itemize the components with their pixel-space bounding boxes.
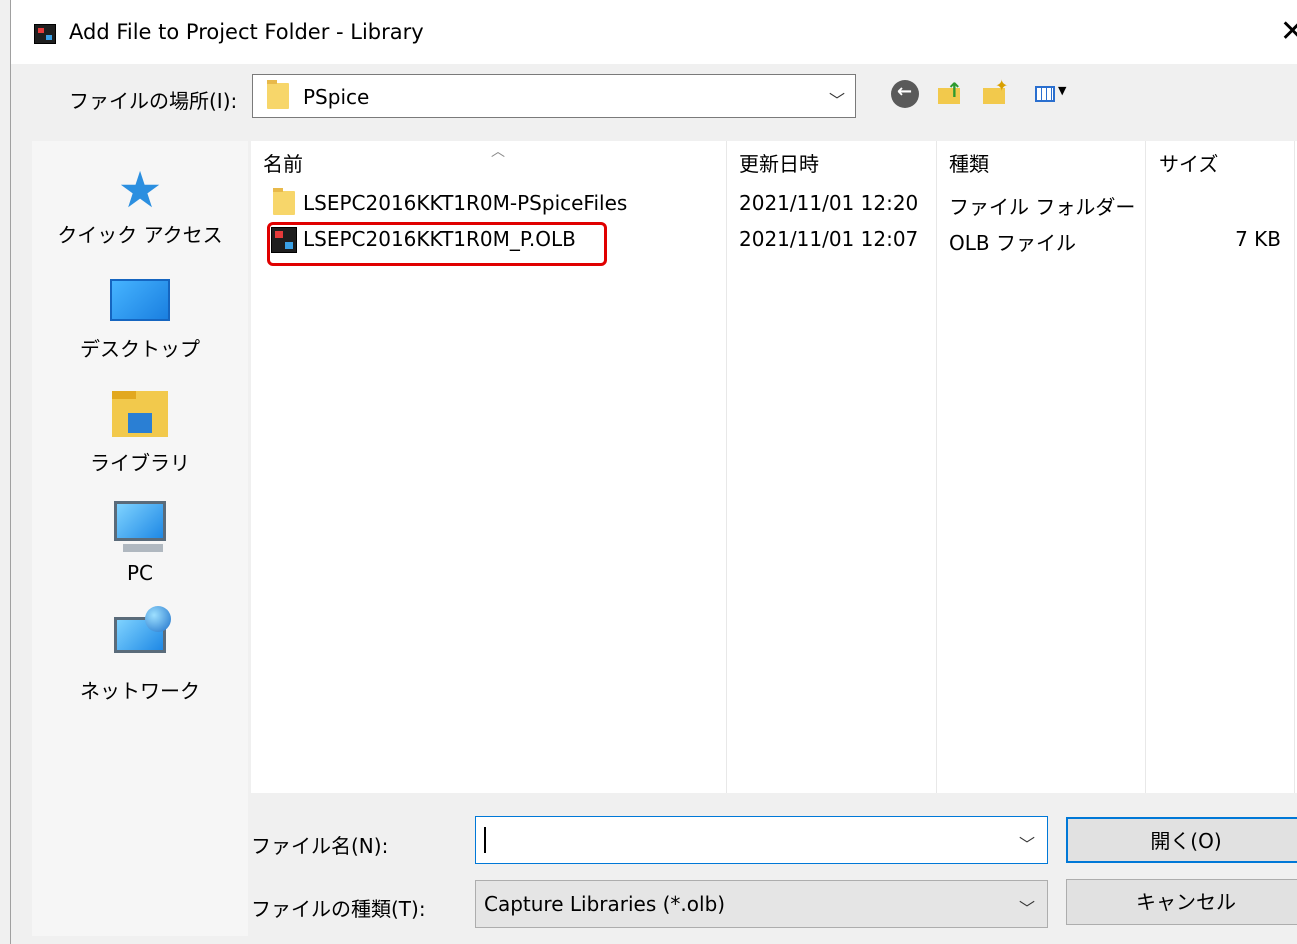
network-icon (114, 606, 171, 653)
folder-icon (273, 188, 295, 215)
place-label: ネットワーク (80, 679, 200, 703)
filename-input[interactable]: ﹀ (475, 816, 1048, 864)
file-name: LSEPC2016KKT1R0M-PSpiceFiles (303, 191, 628, 215)
new-folder-icon[interactable]: ✦ (981, 76, 1009, 108)
dialog-window: Add File to Project Folder - Library ✕ フ… (10, 0, 1297, 944)
lookin-combo[interactable]: PSpice ﹀ (252, 74, 856, 118)
places-bar: ★ クイック アクセス デスクトップ ライブラリ PC ネットワーク (32, 141, 248, 936)
filetype-select[interactable]: Capture Libraries (*.olb) ﹀ (475, 880, 1048, 928)
file-modified: 2021/11/01 12:20 (739, 191, 919, 215)
text-caret (484, 827, 486, 853)
place-label: クイック アクセス (57, 223, 223, 247)
file-type: ファイル フォルダー (949, 195, 1136, 219)
back-arrow-icon[interactable] (891, 80, 919, 108)
file-modified: 2021/11/01 12:07 (739, 227, 919, 251)
column-header-type[interactable]: 種類 (949, 148, 989, 177)
column-header-size[interactable]: サイズ (1159, 148, 1218, 177)
place-desktop[interactable]: デスクトップ (32, 265, 248, 365)
file-type: OLB ファイル (949, 231, 1076, 255)
title-bar: Add File to Project Folder - Library ✕ (11, 0, 1297, 64)
file-size: 7 KB (1235, 227, 1281, 251)
place-pc[interactable]: PC (32, 493, 248, 593)
app-icon (34, 24, 56, 44)
highlight-box (267, 222, 607, 266)
list-item[interactable]: LSEPC2016KKT1R0M-PSpiceFiles 2021/11/01 … (251, 187, 1297, 221)
view-menu-icon[interactable]: ▼ (1033, 80, 1073, 108)
chevron-down-icon[interactable]: ﹀ (829, 87, 845, 111)
desktop-icon (110, 279, 170, 321)
quick-access-star-icon: ★ (117, 161, 163, 219)
place-label: デスクトップ (80, 337, 200, 361)
lookin-label: ファイルの場所(I): (69, 89, 238, 113)
chevron-down-icon[interactable]: ﹀ (1019, 895, 1035, 919)
filename-label: ファイル名(N): (251, 834, 389, 858)
library-icon (112, 391, 168, 437)
filetype-label: ファイルの種類(T): (251, 897, 426, 921)
sort-ascending-icon: ︿ (491, 144, 505, 160)
place-label: ライブラリ (90, 451, 190, 475)
lookin-value: PSpice (303, 85, 370, 109)
pc-icon (114, 501, 166, 552)
place-library[interactable]: ライブラリ (32, 379, 248, 479)
filetype-value: Capture Libraries (*.olb) (484, 892, 726, 916)
folder-icon (267, 80, 289, 109)
place-label: PC (126, 561, 154, 585)
window-title: Add File to Project Folder - Library (69, 20, 424, 44)
place-network[interactable]: ネットワーク (32, 606, 248, 707)
up-folder-icon[interactable]: ↑ (936, 78, 964, 108)
chevron-down-icon[interactable]: ﹀ (1019, 831, 1035, 855)
close-icon[interactable]: ✕ (1280, 14, 1297, 49)
file-list[interactable]: ︿ 名前 更新日時 種類 サイズ LSEPC2016KKT1R0M-PSpice… (251, 141, 1297, 793)
cancel-button[interactable]: キャンセル (1066, 879, 1297, 925)
place-quick-access[interactable]: ★ クイック アクセス (32, 151, 248, 251)
column-header-name[interactable]: 名前 (263, 148, 303, 177)
column-header-modified[interactable]: 更新日時 (739, 148, 819, 177)
open-button[interactable]: 開く(O) (1066, 817, 1297, 863)
